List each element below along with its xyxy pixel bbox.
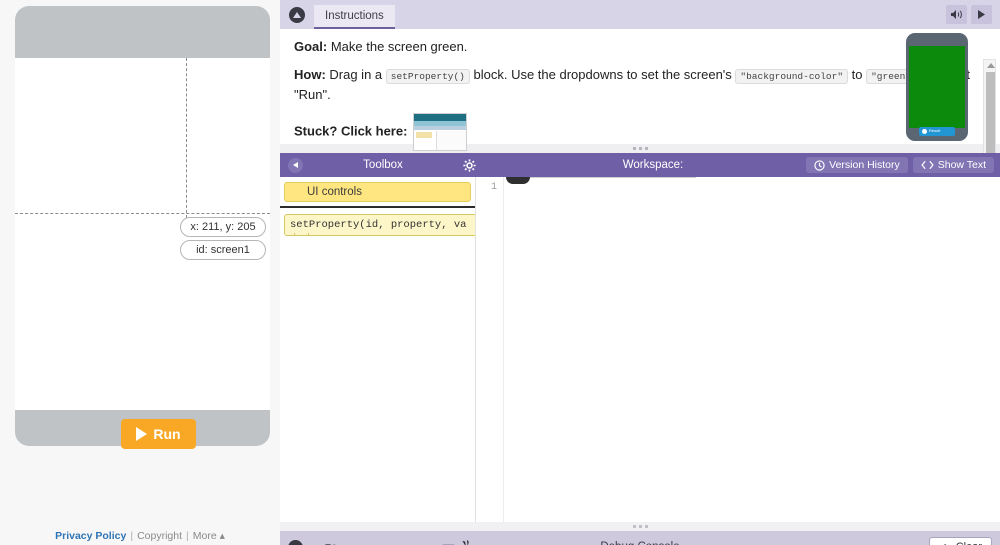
preview-button-dot-icon [922, 129, 927, 134]
speaker-glyph [951, 10, 962, 19]
toolbox-category-divider [280, 206, 475, 208]
run-button-label: Run [153, 426, 181, 442]
thumb-right-panel [436, 131, 467, 151]
footer-separator-2: | [186, 530, 189, 542]
preview-green-screen [909, 46, 965, 128]
back-arrow-icon[interactable] [288, 157, 303, 173]
toolbox-panel: UI controls setProperty(id, property, va [280, 177, 476, 522]
version-history-label: Version History [829, 159, 900, 171]
instructions-header: Instructions [280, 0, 1000, 29]
stuck-line: Stuck? Click here: [294, 113, 986, 152]
editor-pane: Instructions Goal: Make the screen green… [280, 0, 1000, 545]
solution-phone-preview: Result [906, 33, 968, 141]
drag-dot [644, 525, 648, 528]
goal-text: Make the screen green. [327, 39, 468, 54]
crosshair-horizontal-guide [15, 213, 270, 214]
home-icon[interactable] [289, 7, 305, 23]
play-icon [136, 427, 148, 441]
how-line: How: Drag in a setProperty() block. Use … [294, 65, 986, 105]
show-text-button[interactable]: Show Text [912, 157, 994, 173]
workspace-canvas[interactable]: 1 [476, 177, 1000, 522]
editor-area: UI controls setProperty(id, property, va… [280, 177, 1000, 522]
clock-icon [814, 159, 825, 171]
workspace-block-notch [506, 177, 530, 184]
debug-console-bar: Debug Console Clear [280, 531, 1000, 545]
instructions-header-actions [946, 5, 992, 24]
cursor-info-badges: x: 211, y: 205 id: screen1 [180, 217, 266, 261]
drag-dot [638, 525, 642, 528]
show-text-label: Show Text [937, 159, 986, 171]
debug-console-title: Debug Console [280, 541, 1000, 545]
thumb-bar-low [414, 126, 467, 131]
play-glyph [978, 10, 985, 19]
eraser-icon [943, 543, 947, 545]
clear-console-button[interactable]: Clear [928, 537, 992, 545]
goal-line: Goal: Make the screen green. [294, 37, 986, 57]
how-text-3: to [848, 67, 867, 83]
stuck-label: Stuck? Click here: [294, 123, 408, 139]
scrollbar-thumb[interactable] [986, 72, 995, 154]
gear-icon[interactable] [463, 158, 476, 172]
crosshair-vertical-guide [186, 58, 187, 218]
footer-separator-1: | [130, 530, 134, 542]
more-link[interactable]: More ▴ [193, 530, 225, 542]
goal-label: Goal: [294, 39, 328, 54]
preview-button-label: Result [929, 128, 941, 134]
play-instructions-icon[interactable] [971, 5, 992, 24]
editor-toolbar: Toolbox Workspace: Version History Show … [280, 153, 1000, 177]
line-number-gutter: 1 [476, 177, 504, 522]
setproperty-chip: setProperty() [385, 69, 470, 85]
clear-button-label: Clear [956, 541, 982, 545]
privacy-policy-link[interactable]: Privacy Policy [55, 530, 126, 542]
workspace-top-rule [506, 177, 696, 178]
code-studio-app: Run x: 211, y: 205 id: screen1 Privacy P… [0, 0, 1000, 545]
background-color-chip: "background-color" [735, 69, 849, 85]
phone-emulator-pane: Run x: 211, y: 205 id: screen1 Privacy P… [0, 0, 280, 545]
thumb-bar-top [414, 114, 467, 122]
thumb-left-block [416, 132, 433, 139]
toolbox-title: Toolbox [363, 159, 403, 171]
workspace-title: Workspace: [622, 159, 684, 171]
toolbox-category-ui-controls[interactable]: UI controls [284, 182, 471, 202]
how-label: How: [294, 67, 326, 83]
tab-instructions[interactable]: Instructions [314, 5, 395, 29]
version-history-button[interactable]: Version History [806, 157, 908, 173]
audio-speaker-icon[interactable] [946, 5, 967, 24]
preview-result-button: Result [919, 127, 955, 136]
hint-thumbnail[interactable] [413, 113, 468, 152]
console-resize-handle[interactable] [280, 522, 1000, 531]
copyright-link[interactable]: Copyright [137, 530, 182, 542]
run-button[interactable]: Run [121, 419, 196, 449]
toolbar-buttons: Version History Show Text [806, 157, 994, 173]
instructions-body: Goal: Make the screen green. How: Drag i… [280, 29, 1000, 171]
coordinate-badge: x: 211, y: 205 [180, 217, 266, 238]
element-id-badge: id: screen1 [180, 240, 266, 261]
how-text-1: Drag in a [325, 67, 386, 83]
how-text-2: block. Use the dropdowns to set the scre… [469, 67, 736, 83]
code-brackets-icon [921, 160, 934, 170]
footer-links: Privacy Policy | Copyright | More ▴ [0, 530, 280, 542]
block-setproperty[interactable]: setProperty(id, property, va [284, 214, 475, 236]
scroll-up-arrow-icon[interactable] [987, 63, 995, 68]
line-number: 1 [490, 182, 497, 193]
drag-dot [632, 525, 636, 528]
